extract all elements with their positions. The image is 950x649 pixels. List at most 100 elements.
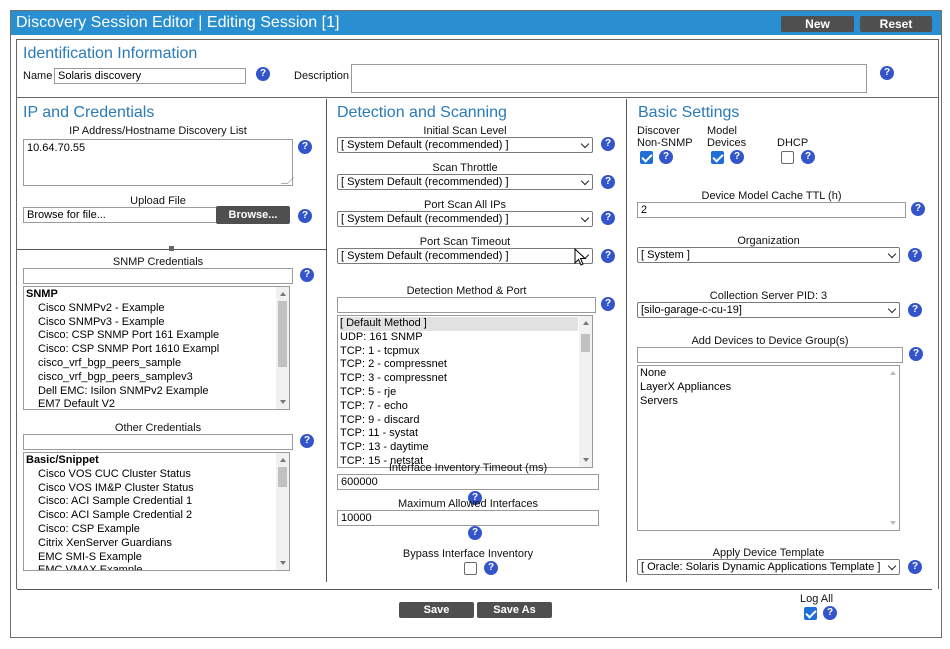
list-item[interactable]: UDP: 161 SNMP — [340, 331, 592, 345]
help-icon[interactable]: ? — [300, 268, 314, 282]
interface-timeout-input[interactable]: 600000 — [337, 474, 599, 490]
help-icon[interactable]: ? — [601, 249, 615, 263]
list-item[interactable]: EM7 Default V2 — [38, 398, 289, 409]
scrollbar[interactable] — [886, 366, 899, 530]
chevron-down-icon — [580, 213, 590, 223]
log-all-label: Log All — [800, 593, 834, 605]
scan-throttle-select[interactable]: [ System Default (recommended) ] — [337, 174, 593, 190]
max-interfaces-input[interactable]: 10000 — [337, 510, 599, 526]
list-item[interactable]: cisco_vrf_bgp_peers_samplev3 — [38, 371, 289, 385]
list-item[interactable]: Cisco: CSP SNMP Port 161 Example — [38, 329, 289, 343]
new-button[interactable]: New — [781, 16, 854, 32]
log-all-checkbox[interactable] — [804, 607, 817, 620]
list-item[interactable]: Cisco SNMPv3 - Example — [38, 316, 289, 330]
chevron-down-icon — [887, 249, 897, 259]
help-icon[interactable]: ? — [659, 150, 673, 164]
list-item[interactable]: Cisco: CSP SNMP Port 1610 Exampl — [38, 343, 289, 357]
list-item[interactable]: Cisco SNMPv2 - Example — [38, 302, 289, 316]
reset-button[interactable]: Reset — [860, 16, 932, 32]
initial-scan-label: Initial Scan Level — [423, 125, 507, 137]
help-icon[interactable]: ? — [880, 66, 894, 80]
detection-method-filter[interactable] — [337, 297, 596, 313]
device-group-list[interactable]: None LayerX Appliances Servers — [637, 365, 900, 531]
dhcp-checkbox[interactable] — [781, 151, 794, 164]
help-icon[interactable]: ? — [908, 303, 922, 317]
help-icon[interactable]: ? — [484, 561, 498, 575]
list-item[interactable]: LayerX Appliances — [640, 381, 899, 395]
save-as-button[interactable]: Save As — [477, 602, 552, 618]
title-bar: Discovery Session Editor | Editing Sessi… — [11, 11, 941, 35]
help-icon[interactable]: ? — [300, 434, 314, 448]
resize-handle[interactable] — [169, 246, 174, 251]
help-icon[interactable]: ? — [823, 606, 837, 620]
port-scan-timeout-select[interactable]: [ System Default (recommended) ] — [337, 248, 593, 264]
snmp-filter-input[interactable] — [23, 268, 293, 284]
device-group-filter[interactable] — [637, 347, 903, 363]
list-item[interactable]: Cisco: CSP Example — [38, 523, 289, 537]
help-icon[interactable]: ? — [911, 202, 925, 216]
help-icon[interactable]: ? — [601, 175, 615, 189]
list-item[interactable]: Dell EMC: Isilon SNMPv2 Example — [38, 385, 289, 399]
upload-file-input[interactable]: Browse for file... — [23, 207, 217, 223]
help-icon[interactable]: ? — [468, 526, 482, 540]
port-scan-all-value: [ System Default (recommended) ] — [341, 213, 509, 225]
list-item[interactable]: Citrix XenServer Guardians — [38, 537, 289, 551]
port-scan-all-select[interactable]: [ System Default (recommended) ] — [337, 211, 593, 227]
list-item[interactable]: [ Default Method ] — [340, 317, 578, 331]
other-filter-input[interactable] — [23, 434, 293, 450]
list-item[interactable]: TCP: 2 - compressnet — [340, 358, 592, 372]
model-devices-checkbox[interactable] — [711, 151, 724, 164]
list-group-header: SNMP — [26, 288, 58, 300]
collection-server-select[interactable]: [silo-garage-c-cu-19] — [637, 302, 900, 318]
list-item[interactable]: TCP: 5 - rje — [340, 386, 592, 400]
help-icon[interactable]: ? — [298, 209, 312, 223]
name-input[interactable]: Solaris discovery — [54, 68, 246, 84]
list-item[interactable]: TCP: 1 - tcpmux — [340, 345, 592, 359]
help-icon[interactable]: ? — [256, 67, 270, 81]
list-item[interactable]: TCP: 9 - discard — [340, 414, 592, 428]
device-template-select[interactable]: [ Oracle: Solaris Dynamic Applications T… — [637, 559, 900, 575]
list-item[interactable]: TCP: 11 - systat — [340, 427, 592, 441]
list-item[interactable]: Cisco: ACI Sample Credential 2 — [38, 509, 289, 523]
help-icon[interactable]: ? — [601, 297, 615, 311]
scrollbar[interactable] — [579, 316, 592, 467]
list-item[interactable]: TCP: 3 - compressnet — [340, 372, 592, 386]
description-input[interactable] — [351, 64, 867, 93]
help-icon[interactable]: ? — [801, 150, 815, 164]
save-button[interactable]: Save — [399, 602, 474, 618]
help-icon[interactable]: ? — [601, 137, 615, 151]
list-item[interactable]: Cisco: ACI Sample Credential 1 — [38, 495, 289, 509]
list-item[interactable]: TCP: 7 - echo — [340, 400, 592, 414]
help-icon[interactable]: ? — [298, 140, 312, 154]
cache-ttl-input[interactable]: 2 — [637, 202, 906, 218]
list-item[interactable]: Cisco VOS IM&P Cluster Status — [38, 482, 289, 496]
organization-value: [ System ] — [641, 249, 690, 261]
model-devices-label-2: Devices — [707, 137, 747, 149]
help-icon[interactable]: ? — [909, 347, 923, 361]
help-icon[interactable]: ? — [908, 560, 922, 574]
scrollbar[interactable] — [276, 287, 289, 409]
detection-method-list[interactable]: [ Default Method ] UDP: 161 SNMP TCP: 1 - … — [337, 315, 593, 468]
other-credentials-list[interactable]: Basic/Snippet Cisco VOS CUC Cluster Stat… — [23, 452, 290, 571]
scrollbar[interactable] — [276, 453, 289, 570]
model-devices-label-1: Model — [707, 125, 737, 137]
discover-nonsnmp-checkbox[interactable] — [640, 151, 653, 164]
help-icon[interactable]: ? — [601, 211, 615, 225]
snmp-credentials-list[interactable]: SNMP Cisco SNMPv2 - Example Cisco SNMPv3 … — [23, 286, 290, 410]
bypass-interface-checkbox[interactable] — [464, 562, 477, 575]
help-icon[interactable]: ? — [730, 150, 744, 164]
list-item[interactable]: None — [640, 367, 899, 381]
initial-scan-select[interactable]: [ System Default (recommended) ] — [337, 137, 593, 153]
port-scan-timeout-label: Port Scan Timeout — [419, 236, 511, 248]
list-item[interactable]: Servers — [640, 395, 899, 409]
list-item[interactable]: EMC VMAX Example — [38, 564, 289, 570]
window-title: Discovery Session Editor | Editing Sessi… — [16, 14, 340, 31]
ip-list-input[interactable]: 10.64.70.55 — [23, 139, 295, 186]
list-item[interactable]: cisco_vrf_bgp_peers_sample — [38, 357, 289, 371]
list-item[interactable]: TCP: 13 - daytime — [340, 441, 592, 455]
organization-select[interactable]: [ System ] — [637, 247, 900, 263]
list-item[interactable]: Cisco VOS CUC Cluster Status — [38, 468, 289, 482]
list-item[interactable]: EMC SMI-S Example — [38, 551, 289, 565]
browse-button[interactable]: Browse... — [216, 206, 290, 224]
help-icon[interactable]: ? — [908, 248, 922, 262]
